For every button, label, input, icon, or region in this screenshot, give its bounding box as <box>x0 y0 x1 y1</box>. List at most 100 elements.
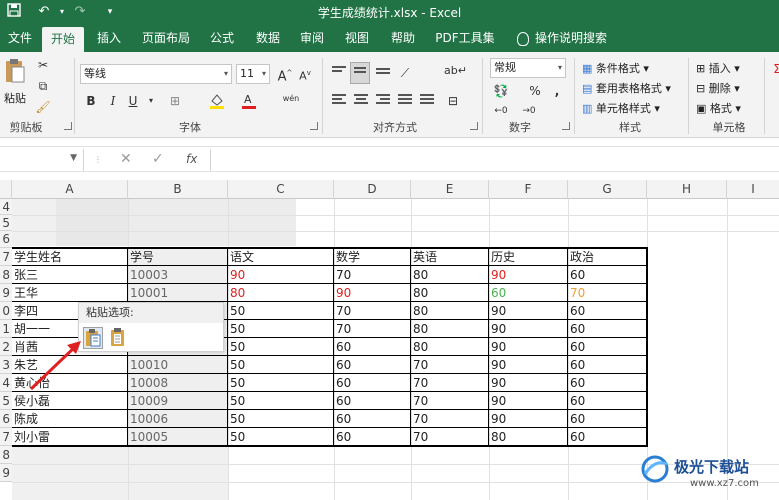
insert-cells-button[interactable]: ⊞ 插入 ▾ <box>696 60 740 76</box>
table-cell[interactable]: 70 <box>411 410 428 428</box>
tab-help[interactable]: 帮助 <box>382 25 424 52</box>
table-cell[interactable]: 70 <box>411 374 428 392</box>
table-cell[interactable]: 70 <box>334 302 351 320</box>
table-cell[interactable]: 70 <box>334 266 351 284</box>
column-header-e[interactable]: E <box>411 180 489 199</box>
table-cell[interactable]: 70 <box>411 356 428 374</box>
table-cell[interactable]: 50 <box>228 320 245 338</box>
enter-icon[interactable]: ✓ <box>152 151 164 167</box>
clipboard-launcher-icon[interactable] <box>64 122 72 130</box>
table-cell[interactable]: 60 <box>568 374 585 392</box>
tab-review[interactable]: 审阅 <box>292 25 332 52</box>
table-cell[interactable]: 50 <box>228 302 245 320</box>
format-painter-icon[interactable]: 🖌 <box>34 98 52 116</box>
table-cell[interactable]: 60 <box>334 392 351 410</box>
align-center-icon[interactable] <box>354 94 368 106</box>
table-cell[interactable]: 60 <box>568 356 585 374</box>
row-header[interactable]: 5 <box>0 392 12 410</box>
table-header-cell[interactable]: 历史 <box>489 248 515 266</box>
table-cell[interactable]: 90 <box>489 356 506 374</box>
increase-indent-icon[interactable] <box>420 94 434 106</box>
table-cell[interactable]: 90 <box>489 392 506 410</box>
decrease-indent-icon[interactable] <box>398 94 412 106</box>
delete-cells-button[interactable]: ⊟ 删除 ▾ <box>696 80 740 96</box>
paste-label[interactable]: 粘贴 <box>4 90 26 106</box>
autosum-icon[interactable]: Σ <box>768 60 779 78</box>
tab-file[interactable]: 文件 <box>0 25 40 52</box>
table-cell[interactable]: 刘小雷 <box>12 428 50 446</box>
table-cell[interactable]: 80 <box>411 266 428 284</box>
table-header-cell[interactable]: 英语 <box>411 248 437 266</box>
orientation-icon[interactable]: ⟋ <box>396 64 414 82</box>
table-cell[interactable]: 80 <box>411 338 428 356</box>
row-header[interactable]: 7 <box>0 428 12 446</box>
row-header[interactable]: 4 <box>0 374 12 392</box>
table-cell[interactable]: 60 <box>489 284 506 302</box>
table-cell[interactable]: 60 <box>334 410 351 428</box>
table-header-cell[interactable]: 数学 <box>334 248 360 266</box>
copy-icon[interactable]: ⧉ <box>34 77 52 95</box>
row-header[interactable]: 4 <box>0 199 12 215</box>
table-cell[interactable]: 90 <box>489 338 506 356</box>
table-cell[interactable]: 60 <box>334 374 351 392</box>
table-cell[interactable]: 80 <box>411 320 428 338</box>
row-header[interactable]: 6 <box>0 410 12 428</box>
table-cell[interactable]: 陈成 <box>12 410 38 428</box>
row-header[interactable]: 0 <box>0 302 12 320</box>
table-cell[interactable]: 80 <box>411 284 428 302</box>
column-header-g[interactable]: G <box>568 180 647 199</box>
decrease-decimal-icon[interactable]: →0 <box>520 102 538 120</box>
column-header-f[interactable]: F <box>489 180 568 199</box>
bold-button[interactable]: B <box>82 92 100 110</box>
table-cell[interactable]: 90 <box>489 374 506 392</box>
table-cell[interactable]: 80 <box>228 284 245 302</box>
column-header-a[interactable]: A <box>12 180 128 199</box>
table-cell[interactable]: 80 <box>411 302 428 320</box>
italic-button[interactable]: I <box>104 92 122 110</box>
insert-function-icon[interactable]: fx <box>186 152 197 166</box>
borders-icon[interactable]: ⊞ <box>166 92 184 110</box>
table-cell[interactable]: 50 <box>228 392 245 410</box>
tab-formulas[interactable]: 公式 <box>202 25 242 52</box>
table-cell[interactable]: 10005 <box>128 428 168 446</box>
paste-button[interactable] <box>4 58 26 86</box>
row-header[interactable]: 6 <box>0 231 12 248</box>
tab-page-layout[interactable]: 页面布局 <box>136 25 196 52</box>
table-cell[interactable]: 10009 <box>128 392 168 410</box>
align-middle-icon[interactable] <box>350 62 370 84</box>
font-color-icon[interactable]: A <box>240 92 258 110</box>
phonetic-button[interactable]: wén <box>282 90 300 108</box>
select-all-corner[interactable] <box>0 180 12 199</box>
tab-data[interactable]: 数据 <box>248 25 288 52</box>
tab-pdf-tools[interactable]: PDF工具集 <box>430 25 500 52</box>
table-cell[interactable]: 50 <box>228 374 245 392</box>
table-cell[interactable]: 70 <box>411 392 428 410</box>
table-cell[interactable]: 10001 <box>128 284 168 302</box>
table-header-cell[interactable]: 学号 <box>128 248 154 266</box>
merge-center-icon[interactable]: ⊟ <box>444 92 462 110</box>
column-header-d[interactable]: D <box>334 180 411 199</box>
name-box[interactable]: ▼ <box>0 149 84 171</box>
row-header[interactable]: 8 <box>0 266 12 284</box>
column-header-i[interactable]: I <box>727 180 779 199</box>
table-cell[interactable]: 60 <box>334 356 351 374</box>
table-cell[interactable]: 60 <box>568 266 585 284</box>
increase-decimal-icon[interactable]: ←0 <box>492 102 510 120</box>
row-header[interactable]: 7 <box>0 248 12 266</box>
font-name-select[interactable]: 等线 ▾ <box>80 64 232 84</box>
paste-values-icon[interactable] <box>109 327 129 349</box>
row-header[interactable]: 3 <box>0 356 12 374</box>
tab-home[interactable]: 开始 <box>42 27 84 52</box>
table-cell[interactable]: 70 <box>411 428 428 446</box>
table-cell[interactable]: 50 <box>228 356 245 374</box>
table-cell[interactable]: 50 <box>228 428 245 446</box>
align-right-icon[interactable] <box>376 94 390 106</box>
table-cell[interactable]: 60 <box>334 428 351 446</box>
fill-color-icon[interactable] <box>208 92 226 110</box>
underline-dropdown-icon[interactable]: ▾ <box>142 92 160 110</box>
table-cell[interactable]: 60 <box>568 392 585 410</box>
tell-me-search[interactable]: 操作说明搜索 <box>512 25 612 52</box>
table-cell[interactable]: 70 <box>334 320 351 338</box>
cut-icon[interactable]: ✂ <box>34 56 52 74</box>
grow-font-button[interactable]: A^ <box>276 64 294 84</box>
